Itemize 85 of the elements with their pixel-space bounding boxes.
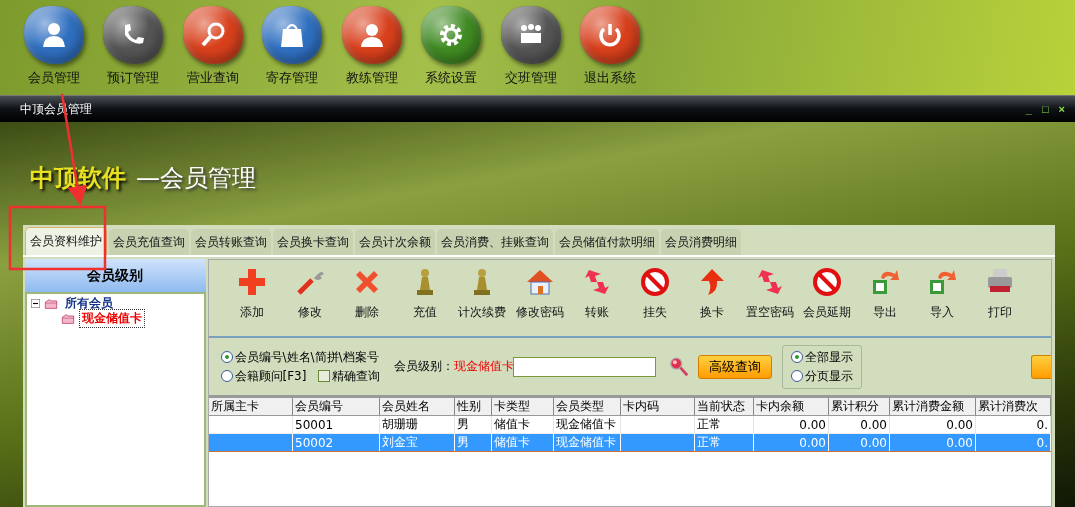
tab[interactable]: 会员消费、挂账查询 <box>437 229 553 255</box>
column-header: 卡内码 <box>620 398 695 416</box>
folder-icon <box>42 296 60 311</box>
toolbar-button[interactable]: 导出 <box>856 266 914 336</box>
search-icon <box>668 355 691 378</box>
checkbox[interactable]: 精确查询 <box>318 367 381 385</box>
column-header: 会员类型 <box>553 398 621 416</box>
tab[interactable]: 会员消费明细 <box>661 229 741 255</box>
radio-button[interactable]: 全部显示 <box>791 348 854 366</box>
table-cell: 50001 <box>295 417 334 432</box>
column-header: 累计消费金额 <box>889 398 976 416</box>
toolbar-button[interactable]: 修改 <box>281 266 339 336</box>
table-cell: 刘金宝 <box>382 435 418 449</box>
maximize-button[interactable]: □ <box>1039 103 1051 115</box>
table-cell: 0.00 <box>860 435 887 450</box>
table-cell: 0. <box>1036 417 1048 432</box>
table-cell: 男 <box>457 417 469 431</box>
table-cell: 正常 <box>697 417 721 431</box>
toolbar-button[interactable]: 计次续费 <box>453 266 511 336</box>
tab[interactable]: 会员储值付款明细 <box>555 229 659 255</box>
toolbar-button[interactable]: 修改密码 <box>511 266 569 336</box>
tab[interactable]: 会员充值查询 <box>109 229 189 255</box>
radio-button[interactable]: 会籍顾问[F3] <box>220 367 307 385</box>
tab[interactable]: 会员计次余额 <box>355 229 435 255</box>
toolbar-button[interactable]: 充值 <box>396 266 454 336</box>
column-header: 卡内余额 <box>753 398 829 416</box>
advanced-search-button[interactable]: 高级查询 <box>698 354 773 379</box>
table-cell: 胡珊珊 <box>382 417 418 431</box>
button[interactable] <box>1031 354 1051 379</box>
column-header: 卡类型 <box>491 398 554 416</box>
module-title: —会员管理 <box>136 162 256 194</box>
field-label: 会员级别： <box>394 358 455 375</box>
tree-item[interactable]: 现金储值卡 <box>79 309 145 328</box>
column-header: 会员姓名 <box>379 398 455 416</box>
table-cell: 现金储值卡 <box>556 435 616 449</box>
column-header: 所属主卡 <box>208 398 293 416</box>
launcher-button[interactable]: 交班管理 <box>491 0 571 95</box>
launcher-button[interactable]: 系统设置 <box>411 0 491 95</box>
toolbar-button[interactable]: 导入 <box>913 266 971 336</box>
folder-icon <box>59 311 77 326</box>
tab[interactable]: 会员转账查询 <box>191 229 271 255</box>
launcher-button[interactable]: 营业查询 <box>173 0 253 95</box>
column-header: 累计积分 <box>828 398 890 416</box>
table-cell: 正常 <box>697 435 721 449</box>
table-cell: 50002 <box>295 435 334 450</box>
radio-button[interactable]: 会员编号\姓名\简拼\档案号 <box>220 348 381 366</box>
toolbar-button[interactable]: 挂失 <box>626 266 684 336</box>
search-field[interactable] <box>513 356 657 377</box>
column-header: 当前状态 <box>694 398 754 416</box>
prohibited-icon <box>638 266 671 298</box>
toolbar-button[interactable]: 会员延期 <box>798 266 856 336</box>
prohibited-icon <box>811 266 844 298</box>
panel-header: 会员级别 <box>25 259 206 292</box>
launcher-button[interactable]: 退出系统 <box>570 0 650 95</box>
column-header: 性别 <box>454 398 492 416</box>
table-cell: 现金储值卡 <box>556 417 616 431</box>
table-cell: 0.00 <box>946 417 973 432</box>
level-value: 现金储值卡 <box>454 358 515 375</box>
table-cell: 储值卡 <box>494 417 530 431</box>
toolbar-button[interactable]: 删除 <box>338 266 396 336</box>
toolbar-button[interactable]: 转账 <box>568 266 626 336</box>
table-cell: 0.00 <box>860 417 887 432</box>
minimize-button[interactable]: _ <box>1023 103 1034 115</box>
close-button[interactable]: × <box>1056 103 1067 115</box>
table-cell: 0. <box>1036 435 1048 450</box>
toolbar-button[interactable]: 置空密码 <box>741 266 799 336</box>
table-cell: 储值卡 <box>494 435 530 449</box>
table-cell: 男 <box>457 435 469 449</box>
tab[interactable]: 会员换卡查询 <box>273 229 353 255</box>
launcher-button[interactable]: 预订管理 <box>93 0 173 95</box>
launcher-button[interactable]: 会员管理 <box>14 0 94 95</box>
table-cell: 0.00 <box>799 417 826 432</box>
toolbar-button[interactable]: 添加 <box>223 266 281 336</box>
column-header: 会员编号 <box>292 398 380 416</box>
table-cell: 0.00 <box>799 435 826 450</box>
tab[interactable]: 会员资料维护 <box>25 227 107 255</box>
launcher-button[interactable]: 寄存管理 <box>252 0 332 95</box>
toolbar-button[interactable]: 打印 <box>971 266 1029 336</box>
expander-icon[interactable] <box>31 299 40 308</box>
launcher-button[interactable]: 教练管理 <box>332 0 412 95</box>
table-cell: 0.00 <box>946 435 973 450</box>
radio-button[interactable]: 分页显示 <box>791 367 854 385</box>
column-header: 累计消费次 <box>975 398 1051 416</box>
toolbar-button[interactable]: 换卡 <box>683 266 741 336</box>
table-row[interactable]: 50001 胡珊珊 男 储值卡 现金储值卡 正常 0.00 0.00 0.00 0. <box>208 415 1051 434</box>
